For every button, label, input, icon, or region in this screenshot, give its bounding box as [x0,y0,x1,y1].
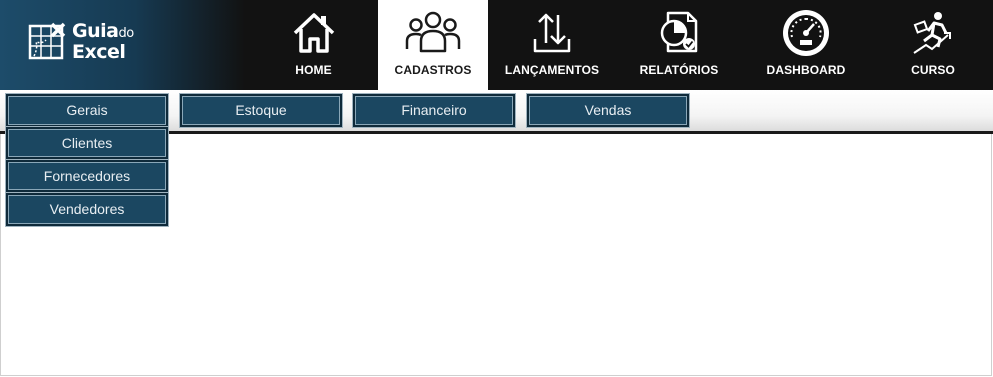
tab-vendas[interactable]: Vendas [527,94,689,127]
nav-dashboard[interactable]: DASHBOARD [751,0,861,90]
top-navigation-bar: Guiado Excel HOME CADASTROS LANÇAMENTOS … [0,0,993,90]
nav-relatorios-label: RELATÓRIOS [639,63,719,77]
spreadsheet-logo-icon [28,22,66,60]
nav-lancamentos[interactable]: LANÇAMENTOS [497,0,607,90]
brand-text: Guiado Excel [72,22,134,62]
nav-home[interactable]: HOME [259,0,368,90]
people-group-icon [405,11,461,53]
dropdown-item-vendedores[interactable]: Vendedores [6,193,168,226]
house-icon [293,13,334,53]
brand-line1-small: do [118,26,134,41]
nav-curso[interactable]: CURSO [878,0,988,90]
nav-dashboard-label: DASHBOARD [766,63,846,77]
nav-cadastros-label: CADASTROS [394,63,472,77]
speedometer-icon [783,10,829,56]
nav-relatorios[interactable]: RELATÓRIOS [624,0,734,90]
nav-lancamentos-label: LANÇAMENTOS [504,63,600,77]
nav-home-label: HOME [295,63,332,77]
brand-line1: Guia [72,20,119,42]
dropdown-item-clientes[interactable]: Clientes [6,127,168,159]
running-growth-icon [913,12,951,54]
tab-financeiro[interactable]: Financeiro [353,94,515,127]
up-down-arrows-icon [533,13,571,53]
tab-gerais[interactable]: Gerais [6,94,168,127]
nav-curso-label: CURSO [911,63,955,77]
tab-estoque[interactable]: Estoque [180,94,342,127]
brand-logo[interactable]: Guiado Excel [0,0,245,90]
brand-line2: Excel [72,41,126,63]
nav-cadastros[interactable]: CADASTROS [378,0,488,90]
dropdown-item-fornecedores[interactable]: Fornecedores [6,160,168,192]
report-pie-icon [660,11,698,53]
